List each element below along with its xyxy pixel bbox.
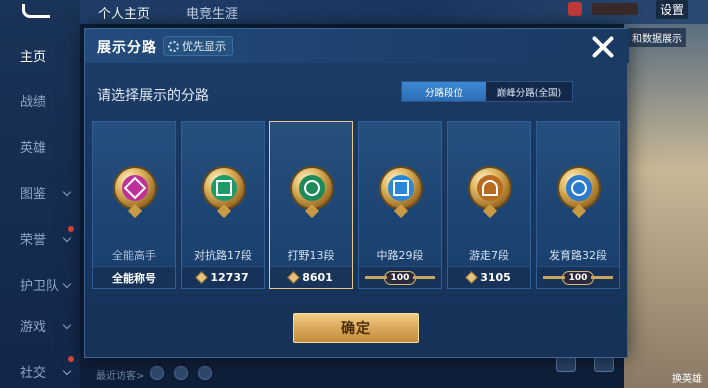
dialog-header: 展示分路 优先显示 [85, 29, 629, 63]
rank-diamond-icon [195, 271, 209, 284]
lane-score: 3105 [480, 271, 511, 284]
lane-card-list: 全能高手 全能称号 对抗路17段 12737 打野13段 8601 中路29段 … [92, 121, 623, 289]
back-arrow-icon[interactable] [22, 4, 50, 18]
lane-card-footer: 3105 [448, 266, 530, 288]
wing-left-icon [365, 276, 387, 279]
lane-card-title: 游走7段 [469, 249, 509, 262]
visitor-avatar[interactable] [198, 366, 212, 380]
priority-display-button[interactable]: 优先显示 [163, 36, 233, 56]
lane-card-clash[interactable]: 对抗路17段 12737 [181, 121, 265, 289]
rank-100-badge: 100 [561, 270, 595, 285]
lane-card-title: 对抗路17段 [194, 249, 252, 262]
hero-preview-area [624, 24, 708, 388]
tab-esports-career[interactable]: 电竞生涯 [186, 3, 238, 22]
notification-dot [68, 226, 74, 232]
change-hero-button[interactable]: 换英雄 [672, 370, 702, 385]
lane-score: 8601 [302, 271, 333, 284]
visitor-avatar[interactable] [150, 366, 164, 380]
priority-display-label: 优先显示 [182, 40, 226, 53]
visitor-avatar[interactable] [174, 366, 188, 380]
data-display-hint[interactable]: 和数据展示 [628, 28, 686, 47]
lane-card-farm[interactable]: 发育路32段 100 [536, 121, 620, 289]
sidebar-item-record[interactable]: 战绩 [0, 91, 80, 115]
notification-dot [68, 356, 74, 362]
wing-right-icon [413, 276, 435, 279]
lane-score: 12737 [210, 271, 249, 284]
lane-card-title: 全能高手 [112, 249, 156, 262]
lane-card-footer: 100 [359, 266, 441, 288]
lane-card-footer: 12737 [182, 266, 264, 288]
lane-card-all-round[interactable]: 全能高手 全能称号 [92, 121, 176, 289]
mid-lane-badge-icon [379, 166, 423, 219]
settings-button[interactable]: 设置 [656, 0, 689, 19]
tab-personal-home[interactable]: 个人主页 [98, 3, 150, 22]
wing-right-icon [591, 276, 613, 279]
lane-card-jungle[interactable]: 打野13段 8601 [269, 121, 353, 289]
jungle-badge-icon [290, 166, 334, 219]
vip-icon[interactable] [568, 2, 582, 16]
rank-100-badge: 100 [383, 270, 417, 285]
recent-visitors-link[interactable]: 最近访客> [96, 367, 144, 382]
rank-diamond-icon [287, 271, 301, 284]
lane-display-dialog: 展示分路 优先显示 请选择展示的分路 分路段位 巅峰分路(全国) 全能高手 全能… [84, 28, 629, 358]
lane-card-title: 中路29段 [376, 249, 424, 262]
clash-lane-badge-icon [202, 166, 246, 219]
all-round-badge-icon [113, 166, 157, 219]
dialog-title: 展示分路 [97, 40, 157, 56]
roam-badge-icon [468, 166, 512, 219]
tab-lane-rank[interactable]: 分路段位 [402, 82, 486, 101]
close-button[interactable] [591, 35, 615, 59]
sidebar-item-home[interactable]: 主页 [0, 46, 80, 70]
lane-card-mid[interactable]: 中路29段 100 [358, 121, 442, 289]
lane-card-roam[interactable]: 游走7段 3105 [447, 121, 531, 289]
sidebar-item-heroes[interactable]: 英雄 [0, 137, 80, 161]
confirm-button[interactable]: 确定 [293, 313, 419, 343]
gift-icon[interactable] [592, 3, 638, 15]
lane-card-footer: 100 [537, 266, 619, 288]
lane-card-title: 打野13段 [287, 249, 335, 262]
lane-card-title: 发育路32段 [549, 249, 607, 262]
gear-icon [168, 40, 179, 52]
farm-lane-badge-icon [557, 166, 601, 219]
all-round-title-text: 全能称号 [112, 271, 156, 285]
tab-peak-lane-national[interactable]: 巅峰分路(全国) [486, 82, 572, 101]
select-lane-prompt: 请选择展示的分路 [97, 88, 209, 104]
lane-card-footer: 全能称号 [93, 266, 175, 288]
wing-left-icon [543, 276, 565, 279]
rank-diamond-icon [465, 271, 479, 284]
lane-card-footer: 8601 [270, 266, 352, 288]
lane-mode-toggle: 分路段位 巅峰分路(全国) [401, 81, 573, 102]
